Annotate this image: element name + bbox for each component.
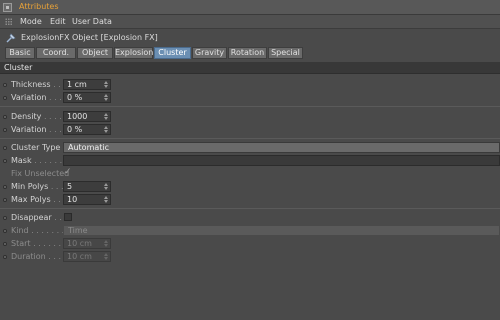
min-polys-value: 5 xyxy=(67,182,73,191)
start-row: Start . . . . . . . . 10 cm xyxy=(0,238,500,250)
mask-label: Mask xyxy=(11,156,32,165)
window-title: Attributes xyxy=(19,2,59,11)
tab-explosion[interactable]: Explosion xyxy=(114,47,153,59)
tab-cluster[interactable]: Cluster xyxy=(154,47,191,59)
animation-dot-icon xyxy=(3,255,7,259)
menu-user-data[interactable]: User Data xyxy=(72,17,112,26)
object-title: ExplosionFX Object [Explosion FX] xyxy=(21,33,158,42)
section-title: Cluster xyxy=(4,63,33,72)
stepper-arrows-icon[interactable] xyxy=(104,94,108,101)
tab-special[interactable]: Special xyxy=(268,47,303,59)
animation-dot-icon xyxy=(3,229,7,233)
window-icon[interactable] xyxy=(3,3,12,12)
disappear-label: Disappear xyxy=(11,213,52,222)
thickness-row: Thickness . . . . 1 cm xyxy=(0,79,500,91)
stepper-arrows-icon[interactable] xyxy=(104,113,108,120)
tab-rotation[interactable]: Rotation xyxy=(228,47,267,59)
kind-label: Kind xyxy=(11,226,29,235)
min-polys-label: Min Polys xyxy=(11,182,49,191)
animation-dot-icon[interactable] xyxy=(3,146,7,150)
duration-field: 10 cm xyxy=(63,251,111,262)
kind-row: Kind . . . . . . . . Time xyxy=(0,225,500,237)
min-polys-row: Min Polys . . . . 5 xyxy=(0,181,500,193)
animation-dot-icon[interactable] xyxy=(3,198,7,202)
fix-unselected-label: Fix Unselected xyxy=(11,169,70,178)
start-label: Start xyxy=(11,239,31,248)
start-value: 10 cm xyxy=(67,239,92,248)
separator xyxy=(0,208,500,209)
animation-dot-icon[interactable] xyxy=(3,159,7,163)
tab-coord[interactable]: Coord. xyxy=(36,47,76,59)
density-value: 1000 xyxy=(67,112,88,121)
tab-object[interactable]: Object xyxy=(77,47,113,59)
disappear-checkbox[interactable] xyxy=(64,213,72,221)
density-label: Density xyxy=(11,112,42,121)
variation-label: Variation xyxy=(11,93,47,102)
stepper-arrows-icon[interactable] xyxy=(104,183,108,190)
variation-row: Variation . . . . 0 % xyxy=(0,92,500,104)
leader-dots: . . . . . . . xyxy=(31,156,68,165)
animation-dot-icon[interactable] xyxy=(3,115,7,119)
max-polys-row: Max Polys . . . . 10 xyxy=(0,194,500,206)
density-field[interactable]: 1000 xyxy=(63,111,111,122)
animation-dot-icon[interactable] xyxy=(3,216,7,220)
variation-value: 0 % xyxy=(67,93,83,102)
animation-dot-icon[interactable] xyxy=(3,96,7,100)
animation-dot-icon xyxy=(3,242,7,246)
density-variation-field[interactable]: 0 % xyxy=(63,124,111,135)
stepper-arrows-icon[interactable] xyxy=(104,81,108,88)
menu-edit[interactable]: Edit xyxy=(50,17,66,26)
start-field: 10 cm xyxy=(63,238,111,249)
tab-basic[interactable]: Basic xyxy=(5,47,35,59)
grip-icon[interactable] xyxy=(5,18,13,26)
variation-value: 0 % xyxy=(67,125,83,134)
separator xyxy=(0,106,500,107)
thickness-label: Thickness xyxy=(11,80,51,89)
tab-bar: Basic Coord. Object Explosion Cluster Gr… xyxy=(0,47,500,60)
menu-bar: Mode Edit User Data xyxy=(0,15,500,29)
explosion-fx-object-icon xyxy=(6,33,16,43)
density-variation-row: Variation . . . . 0 % xyxy=(0,124,500,136)
checkmark-icon[interactable]: ✓ xyxy=(64,167,72,177)
thickness-field[interactable]: 1 cm xyxy=(63,79,111,90)
disappear-row: Disappear . . . . xyxy=(0,212,500,224)
duration-label: Duration xyxy=(11,252,46,261)
cluster-type-label: Cluster Type xyxy=(11,143,61,152)
animation-dot-icon[interactable] xyxy=(3,83,7,87)
max-polys-value: 10 xyxy=(67,195,78,204)
object-header: ExplosionFX Object [Explosion FX] xyxy=(0,30,500,45)
max-polys-label: Max Polys xyxy=(11,195,51,204)
duration-row: Duration . . . . . . 10 cm xyxy=(0,251,500,263)
title-bar: Attributes xyxy=(0,0,500,15)
stepper-arrows-icon[interactable] xyxy=(104,196,108,203)
mask-link-field[interactable] xyxy=(63,155,500,166)
cluster-type-row: Cluster Type . Automatic xyxy=(0,142,500,154)
min-polys-field[interactable]: 5 xyxy=(63,181,111,192)
duration-value: 10 cm xyxy=(67,252,92,261)
thickness-value: 1 cm xyxy=(67,80,87,89)
separator xyxy=(0,138,500,139)
section-header: Cluster xyxy=(0,62,500,74)
density-row: Density . . . . . 1000 xyxy=(0,111,500,123)
stepper-arrows-icon[interactable] xyxy=(104,126,108,133)
fix-unselected-row: Fix Unselected ✓ xyxy=(0,167,500,180)
animation-dot-icon[interactable] xyxy=(3,128,7,132)
stepper-arrows-icon xyxy=(104,253,108,260)
variation-label: Variation xyxy=(11,125,47,134)
cluster-type-dropdown[interactable]: Automatic xyxy=(63,142,500,153)
menu-mode[interactable]: Mode xyxy=(20,17,42,26)
stepper-arrows-icon xyxy=(104,240,108,247)
max-polys-field[interactable]: 10 xyxy=(63,194,111,205)
tab-gravity[interactable]: Gravity xyxy=(192,47,227,59)
kind-dropdown: Time xyxy=(63,225,500,236)
mask-row: Mask . . . . . . . xyxy=(0,155,500,167)
animation-dot-icon[interactable] xyxy=(3,185,7,189)
variation-field[interactable]: 0 % xyxy=(63,92,111,103)
